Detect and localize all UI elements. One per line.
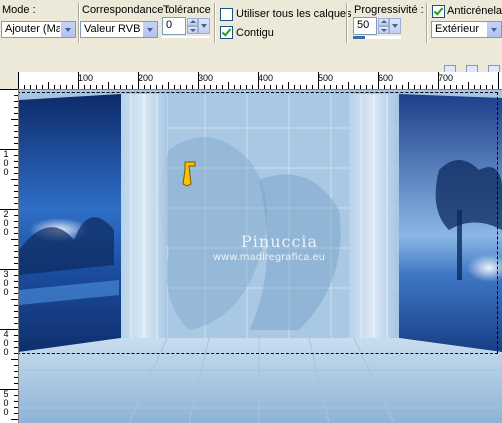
mode-label: Mode : [2, 4, 36, 16]
ruler-label: 200 [138, 73, 154, 83]
spin-down-icon[interactable] [378, 26, 389, 34]
antialias-value: Extérieur [435, 23, 480, 35]
ruler-corner [0, 72, 18, 89]
antialias-select[interactable]: Extérieur [431, 21, 502, 38]
antialias-checkbox[interactable] [432, 5, 445, 18]
image-canvas[interactable]: Pinuccia www.madiregrafica.eu [19, 90, 502, 423]
ruler-label: 5 0 0 [3, 389, 9, 417]
separator [426, 3, 427, 43]
feather-stepper[interactable] [378, 18, 389, 34]
match-value: Valeur RVB [84, 23, 141, 35]
feather-input[interactable]: 50 [353, 17, 377, 35]
contiguous-checkbox[interactable] [220, 26, 233, 39]
use-all-layers-checkbox[interactable] [220, 8, 233, 21]
mode-select[interactable]: Ajouter (Maj) [1, 21, 76, 38]
use-all-layers-label: Utiliser tous les calques [236, 8, 352, 20]
ruler-label: 500 [318, 73, 334, 83]
ruler-label: 2 0 0 [3, 209, 9, 237]
selection-marquee[interactable] [19, 92, 498, 354]
ruler-label: 700 [438, 73, 454, 83]
vertical-ruler[interactable]: 1 0 0 2 0 0 3 0 0 4 0 0 5 0 0 [0, 89, 19, 423]
mode-value: Ajouter (Maj) [5, 23, 68, 35]
chevron-down-icon[interactable] [60, 22, 75, 37]
ruler-ticks [0, 89, 18, 420]
window-frame [0, 64, 502, 73]
feather-slider-track[interactable] [353, 36, 401, 39]
separator [78, 3, 79, 43]
spin-up-icon[interactable] [378, 18, 389, 26]
tolerance-value: 0 [166, 19, 173, 31]
horizontal-ruler[interactable]: 100 200 300 400 500 600 700 [18, 72, 502, 90]
feather-label: Progressivité : [354, 4, 424, 16]
match-label: Correspondance : [82, 4, 170, 16]
chevron-down-icon[interactable] [486, 22, 501, 37]
separator [214, 3, 215, 43]
feather-value: 50 [357, 19, 370, 31]
chevron-down-icon[interactable] [142, 22, 157, 37]
feather-dropdown-button[interactable] [389, 18, 401, 34]
ruler-label: 100 [78, 73, 94, 83]
separator [346, 3, 347, 43]
tool-options-bar: Mode : Ajouter (Maj) Correspondance : Va… [0, 0, 502, 65]
ruler-label: 3 0 0 [3, 269, 9, 297]
ruler-label: 600 [378, 73, 394, 83]
ruler-label: 400 [258, 73, 274, 83]
ruler-label: 300 [198, 73, 214, 83]
contiguous-label: Contigu [236, 27, 274, 39]
match-select[interactable]: Valeur RVB [80, 21, 158, 38]
tolerance-dropdown-button[interactable] [198, 18, 210, 34]
spin-down-icon[interactable] [187, 26, 198, 34]
spin-up-icon[interactable] [187, 18, 198, 26]
tolerance-slider-track[interactable] [162, 36, 210, 38]
tolerance-stepper[interactable] [187, 18, 198, 34]
tolerance-input[interactable]: 0 [162, 17, 186, 35]
ruler-label: 4 0 0 [3, 329, 9, 357]
ruler-label: 1 0 0 [3, 149, 9, 177]
feather-slider-fill [353, 36, 365, 39]
antialias-label: Anticrénelage [447, 5, 502, 17]
tolerance-label: Tolérance : [163, 4, 217, 16]
